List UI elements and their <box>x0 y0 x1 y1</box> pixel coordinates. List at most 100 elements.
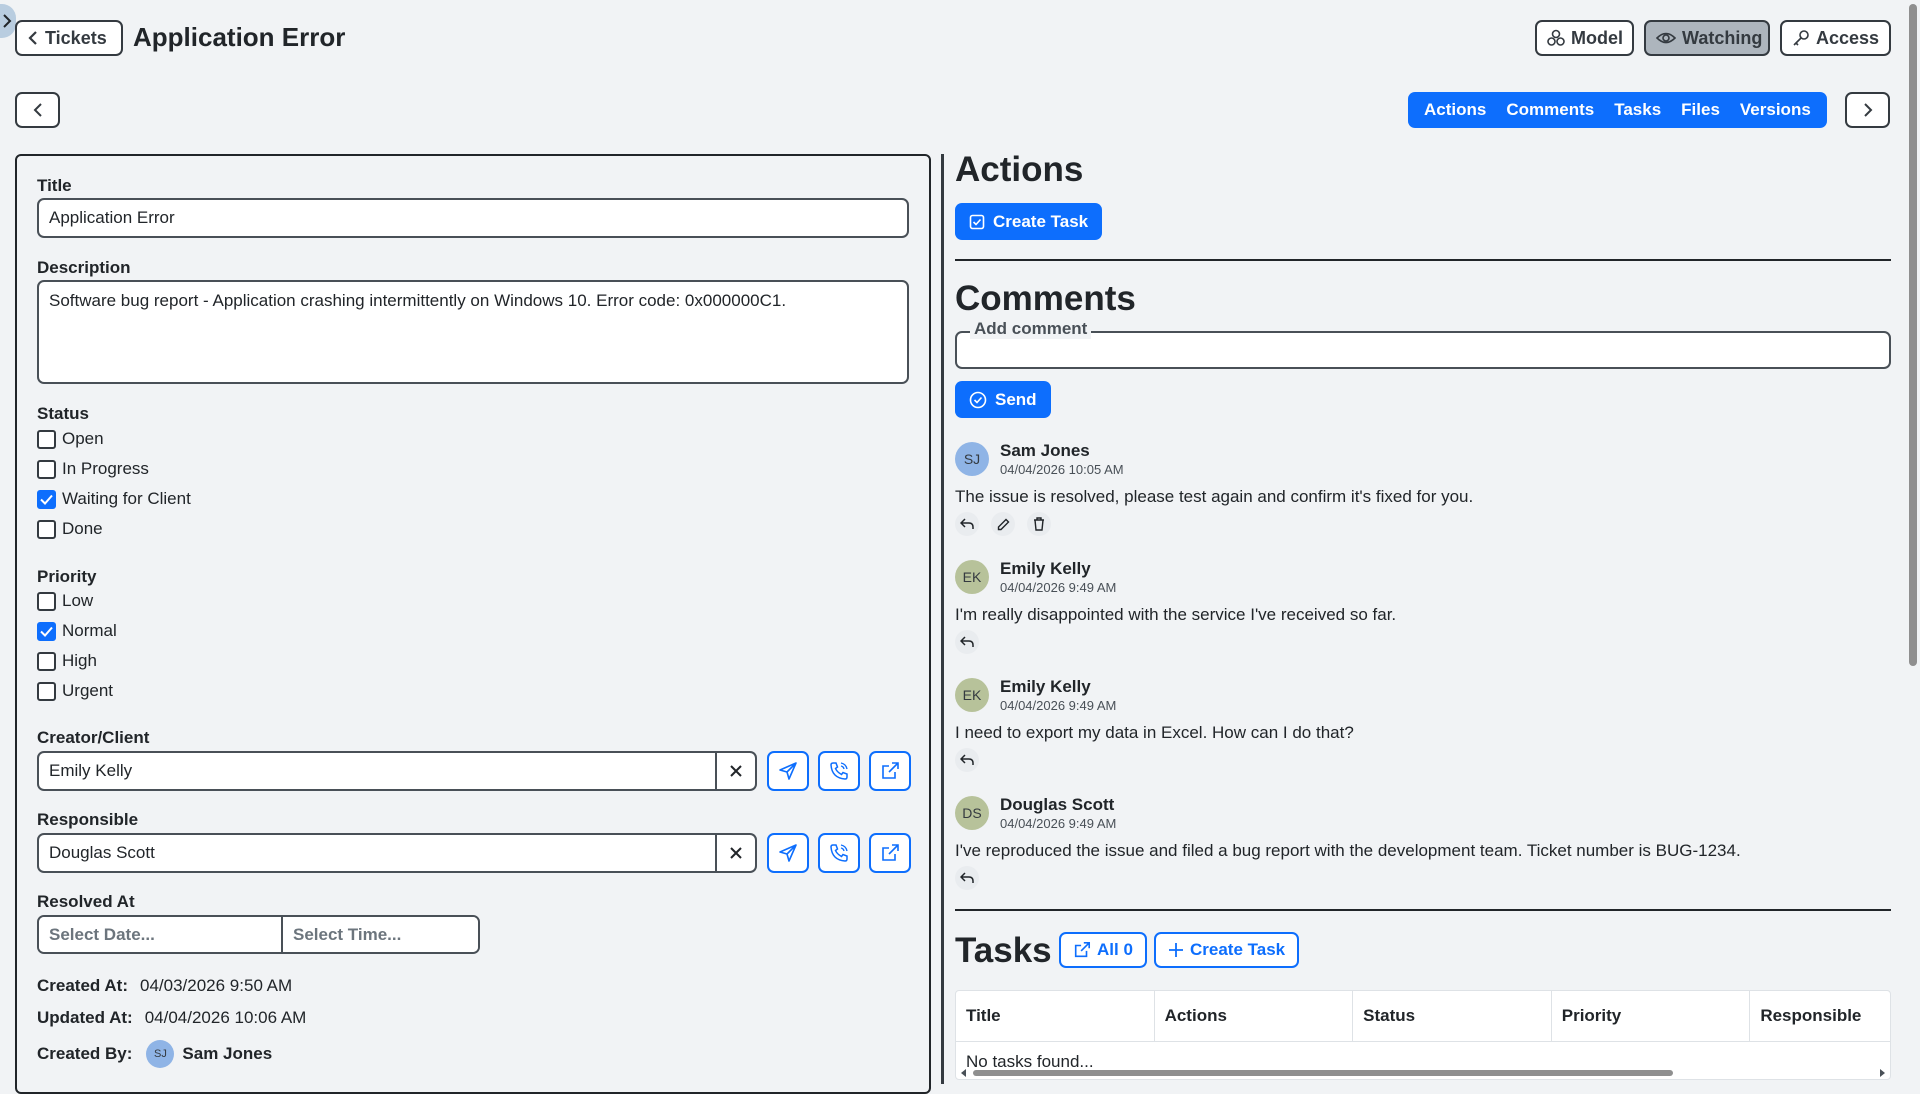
reply-button[interactable] <box>955 866 979 890</box>
reply-button[interactable] <box>955 512 979 536</box>
creator-label: Creator/Client <box>37 728 150 747</box>
priority-option-label: Low <box>62 591 94 610</box>
send-comment-button[interactable]: Send <box>955 381 1051 418</box>
resolved-date-input[interactable] <box>39 917 283 952</box>
collapse-left-button[interactable] <box>15 92 60 128</box>
status-option-in-progress[interactable]: In Progress <box>37 454 191 484</box>
responsible-call-button[interactable] <box>818 833 860 873</box>
tasks-create-task-button[interactable]: Create Task <box>1154 932 1300 968</box>
check-icon <box>40 494 53 505</box>
column-header-priority[interactable]: Priority <box>1552 991 1751 1041</box>
priority-checkbox-urgent[interactable] <box>37 681 56 701</box>
reply-button[interactable] <box>955 748 979 772</box>
status-option-label: Done <box>62 519 103 538</box>
sidebar-toggle-button[interactable] <box>0 4 16 38</box>
creator-open-button[interactable] <box>869 751 911 791</box>
comment-author[interactable]: Emily Kelly <box>1000 559 1091 579</box>
check-icon <box>40 626 53 637</box>
comment-author[interactable]: Emily Kelly <box>1000 677 1091 697</box>
updated-at-value: 04/04/2026 10:06 AM <box>144 1008 307 1027</box>
tab-files[interactable]: Files <box>1671 100 1730 120</box>
responsible-open-button[interactable] <box>869 833 911 873</box>
column-header-responsible[interactable]: Responsible <box>1750 991 1890 1041</box>
add-comment-legend: Add comment <box>970 319 1092 339</box>
priority-option-high[interactable]: High <box>37 646 117 676</box>
comment-actions <box>955 512 1051 536</box>
status-checkbox-open[interactable] <box>37 429 56 449</box>
creator-call-button[interactable] <box>818 751 860 791</box>
responsible-label: Responsible <box>37 810 139 829</box>
column-header-status[interactable]: Status <box>1353 991 1552 1041</box>
column-header-title[interactable]: Title <box>956 991 1155 1041</box>
description-textarea[interactable]: Software bug report - Application crashi… <box>37 280 909 384</box>
creator-combobox: Emily Kelly <box>37 751 757 791</box>
responsible-input[interactable]: Douglas Scott <box>37 833 717 873</box>
back-label: Tickets <box>45 27 107 48</box>
close-icon <box>729 846 743 860</box>
expand-right-button[interactable] <box>1845 92 1890 128</box>
comment-author[interactable]: Sam Jones <box>1000 441 1090 461</box>
tab-actions[interactable]: Actions <box>1414 100 1496 120</box>
comment-timestamp: 04/04/2026 9:49 AM <box>1000 816 1117 831</box>
trash-icon <box>1033 517 1045 531</box>
created-by-name[interactable]: Sam Jones <box>182 1044 272 1064</box>
priority-option-urgent[interactable]: Urgent <box>37 676 117 706</box>
tab-comments[interactable]: Comments <box>1496 100 1604 120</box>
status-option-done[interactable]: Done <box>37 514 191 544</box>
back-to-tickets-button[interactable]: Tickets <box>15 20 123 56</box>
all-tasks-button[interactable]: All 0 <box>1059 932 1147 968</box>
priority-checkbox-normal[interactable] <box>37 621 56 641</box>
section-tabs: Actions Comments Tasks Files Versions <box>1408 92 1827 128</box>
model-icon <box>1547 29 1565 47</box>
priority-checkbox-low[interactable] <box>37 591 56 611</box>
responsible-clear-button[interactable] <box>717 833 757 873</box>
model-button[interactable]: Model <box>1535 20 1634 56</box>
watching-button[interactable]: Watching <box>1644 20 1770 56</box>
tab-versions[interactable]: Versions <box>1730 100 1821 120</box>
priority-option-label: High <box>62 651 97 670</box>
delete-button[interactable] <box>1027 512 1051 536</box>
status-label: Status <box>37 404 89 423</box>
column-header-actions[interactable]: Actions <box>1155 991 1354 1041</box>
status-option-open[interactable]: Open <box>37 424 191 454</box>
add-comment-input[interactable] <box>955 331 1891 369</box>
priority-option-low[interactable]: Low <box>37 586 117 616</box>
priority-checkbox-high[interactable] <box>37 651 56 671</box>
status-checkbox-done[interactable] <box>37 519 56 539</box>
reply-icon <box>960 518 974 530</box>
avatar: EK <box>955 560 989 594</box>
create-task-button[interactable]: Create Task <box>955 203 1103 240</box>
edit-button[interactable] <box>991 512 1015 536</box>
creator-input[interactable]: Emily Kelly <box>37 751 717 791</box>
send-icon <box>778 761 798 781</box>
panel-splitter[interactable] <box>941 154 944 1084</box>
priority-label: Priority <box>37 567 97 586</box>
status-checkbox-in-progress[interactable] <box>37 459 56 479</box>
key-icon <box>1792 29 1810 47</box>
resolved-time-input[interactable] <box>283 917 478 952</box>
access-button[interactable]: Access <box>1780 20 1891 56</box>
tab-tasks[interactable]: Tasks <box>1604 100 1671 120</box>
tasks-table: Title Actions Status Priority Responsibl… <box>955 990 1891 1080</box>
reply-button[interactable] <box>955 630 979 654</box>
comment-text: I'm really disappointed with the service… <box>955 605 1397 624</box>
tasks-heading: Tasks <box>955 931 1052 970</box>
reply-icon <box>960 636 974 648</box>
divider <box>955 259 1891 261</box>
comment-author[interactable]: Douglas Scott <box>1000 795 1114 815</box>
creator-send-button[interactable] <box>767 751 809 791</box>
status-option-waiting-for-client[interactable]: Waiting for Client <box>37 484 191 514</box>
status-option-label: Open <box>62 429 104 448</box>
created-at-row: Created At: 04/03/2026 9:50 AM <box>37 976 292 996</box>
external-link-icon <box>880 843 900 863</box>
comments-heading: Comments <box>955 279 1136 318</box>
page-scrollbar[interactable] <box>1906 0 1920 1080</box>
creator-clear-button[interactable] <box>717 751 757 791</box>
horizontal-scrollbar[interactable] <box>959 1068 1887 1078</box>
priority-option-normal[interactable]: Normal <box>37 616 117 646</box>
responsible-combobox: Douglas Scott <box>37 833 757 873</box>
responsible-send-button[interactable] <box>767 833 809 873</box>
watching-label: Watching <box>1682 27 1763 48</box>
title-input[interactable]: Application Error <box>37 198 909 238</box>
status-checkbox-waiting-for-client[interactable] <box>37 489 56 509</box>
